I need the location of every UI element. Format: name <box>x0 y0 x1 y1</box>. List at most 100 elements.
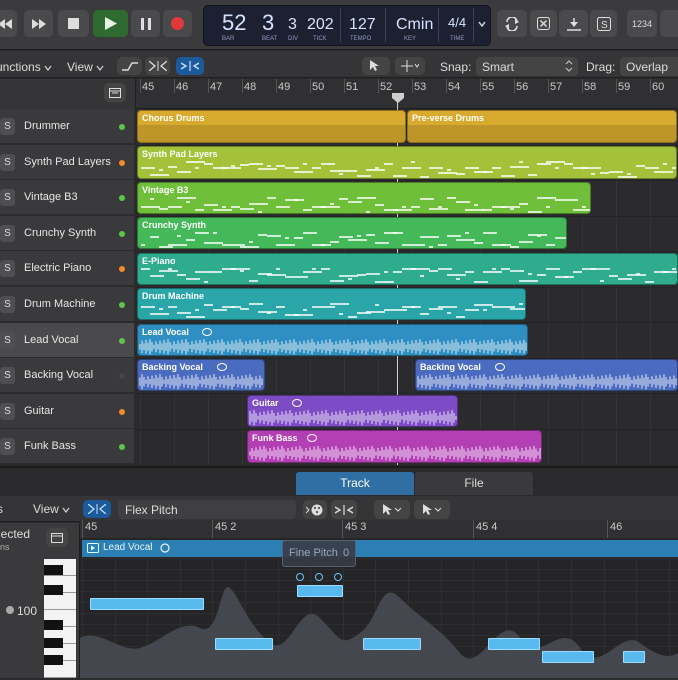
editor-global-button[interactable] <box>46 528 68 547</box>
catch-button[interactable] <box>176 57 204 75</box>
solo-button[interactable]: S <box>590 10 617 37</box>
flex-pitch-note[interactable] <box>363 638 421 650</box>
pointer-tool[interactable] <box>362 57 390 75</box>
functions-menu[interactable]: unctions <box>0 60 52 74</box>
editor-ruler[interactable]: 45 45 2 45 3 45 4 46 <box>80 520 678 538</box>
track-header[interactable]: S Drum Machine <box>0 287 134 322</box>
region-drummachine[interactable]: Drum Machine <box>137 288 526 320</box>
solo-button[interactable]: S <box>0 189 15 207</box>
forward-button[interactable] <box>24 10 53 37</box>
flex-pitch-note[interactable] <box>297 585 343 597</box>
region-backing1[interactable]: Backing Vocal <box>137 359 265 391</box>
flex-pitch-note[interactable] <box>542 651 594 663</box>
midi-note <box>528 174 537 176</box>
midi-note <box>402 244 411 246</box>
track-header[interactable]: S Vintage B3 <box>0 180 134 216</box>
snap-select[interactable]: Smart <box>476 57 578 76</box>
drag-select[interactable]: Overlap <box>620 57 678 76</box>
automation-button[interactable] <box>117 57 142 75</box>
handle-left[interactable] <box>296 573 304 581</box>
region-funkbass[interactable]: Funk Bass <box>247 430 542 463</box>
solo-button[interactable]: S <box>0 367 15 385</box>
solo-button[interactable]: S <box>0 118 15 135</box>
flex-pitch-note[interactable] <box>488 638 540 650</box>
playhead-icon[interactable] <box>392 93 404 103</box>
region-backing2[interactable]: Backing Vocal <box>415 359 678 391</box>
tuner-button[interactable] <box>559 10 588 37</box>
solo-button[interactable]: S <box>0 402 15 420</box>
piano-key-black[interactable] <box>44 620 63 630</box>
flex-pitch-note[interactable] <box>623 651 645 663</box>
tab-track[interactable]: Track <box>296 472 414 495</box>
region-chorus[interactable]: Chorus Drums <box>137 110 406 143</box>
region-guitar[interactable]: Guitar <box>247 395 458 427</box>
solo-button[interactable]: S <box>0 438 15 456</box>
solo-button[interactable]: S <box>0 260 15 278</box>
handle-mid[interactable] <box>315 573 323 581</box>
editor-menu-partial[interactable]: s <box>0 502 3 516</box>
piano-key-black[interactable] <box>44 585 63 595</box>
editor-view-menu[interactable]: View <box>33 502 70 516</box>
view-menu[interactable]: View <box>67 60 104 74</box>
replace-button[interactable] <box>530 10 557 37</box>
pause-button[interactable] <box>131 10 160 37</box>
solo-button[interactable]: S <box>0 153 15 171</box>
ruler[interactable]: 45 46 47 48 49 50 51 52 53 54 55 56 57 58 59 60 <box>136 79 678 109</box>
crosshair-tool[interactable] <box>395 57 425 75</box>
global-tracks-button[interactable] <box>104 83 126 102</box>
region-preverse[interactable]: Pre-verse Drums <box>407 110 677 143</box>
track-header[interactable]: S Crunchy Synth <box>0 215 134 251</box>
midi-note <box>555 167 559 169</box>
region-crunchy[interactable]: Crunchy Synth <box>137 217 567 249</box>
solo-button[interactable]: S <box>0 296 15 313</box>
handle-right[interactable] <box>334 573 342 581</box>
piano-key-black[interactable] <box>44 565 63 575</box>
piano-key-white[interactable] <box>44 593 76 610</box>
play-icon <box>104 17 117 30</box>
track-header[interactable]: S Funk Bass <box>0 429 134 465</box>
piano-key-black[interactable] <box>44 638 63 648</box>
editor-ruler-tick <box>82 520 83 538</box>
volume-dot[interactable] <box>6 606 14 614</box>
editor-region-bar[interactable]: Lead Vocal <box>82 540 678 557</box>
track-header[interactable]: S Guitar <box>0 393 134 429</box>
track-header[interactable]: S Synth Pad Layers <box>0 144 134 180</box>
flex-button[interactable] <box>145 57 170 75</box>
region-b3[interactable]: Vintage B3 <box>137 182 591 214</box>
midi-note <box>348 278 352 280</box>
track-header[interactable]: S Lead Vocal <box>0 322 134 358</box>
lcd-mode-button[interactable]: 1234 <box>627 10 657 37</box>
editor-catch-button[interactable] <box>331 500 357 519</box>
midi-note <box>420 198 434 200</box>
solo-button[interactable]: S <box>0 224 15 242</box>
tab-file[interactable]: File <box>415 472 533 495</box>
play-button[interactable] <box>93 10 128 37</box>
region-epiano[interactable]: E-Piano <box>137 253 678 285</box>
flex-mode-select[interactable]: Flex Pitch <box>118 500 296 519</box>
lcd-tempo: 127 <box>349 16 376 33</box>
record-button[interactable] <box>163 10 192 37</box>
solo-button[interactable]: S <box>0 331 15 349</box>
track-header[interactable]: S Backing Vocal <box>0 358 134 394</box>
cycle-button[interactable] <box>497 10 527 37</box>
track-header[interactable]: S Drummer <box>0 109 134 144</box>
editor-midi-in-button[interactable] <box>303 500 327 519</box>
extra-button[interactable] <box>660 10 678 37</box>
drag-label: Drag: <box>586 60 616 74</box>
editor-secondary-tool[interactable] <box>414 500 450 519</box>
track-header[interactable]: S Electric Piano <box>0 251 134 287</box>
midi-note <box>312 167 321 169</box>
note-handles[interactable] <box>296 573 344 581</box>
lcd-chevron-icon[interactable] <box>478 20 486 28</box>
editor-view-label: View <box>33 502 59 516</box>
midi-note <box>501 175 515 177</box>
region-synthpad[interactable]: Synth Pad Layers <box>137 146 677 179</box>
region-leadvocal[interactable]: Lead Vocal <box>137 324 528 356</box>
stop-button[interactable] <box>58 10 89 37</box>
piano-key-black[interactable] <box>44 655 63 665</box>
editor-flex-button[interactable] <box>83 500 111 518</box>
editor-pointer-tool[interactable] <box>374 500 410 519</box>
flex-pitch-note[interactable] <box>215 638 273 650</box>
flex-pitch-note[interactable] <box>90 598 204 610</box>
rewind-button[interactable] <box>0 10 17 37</box>
